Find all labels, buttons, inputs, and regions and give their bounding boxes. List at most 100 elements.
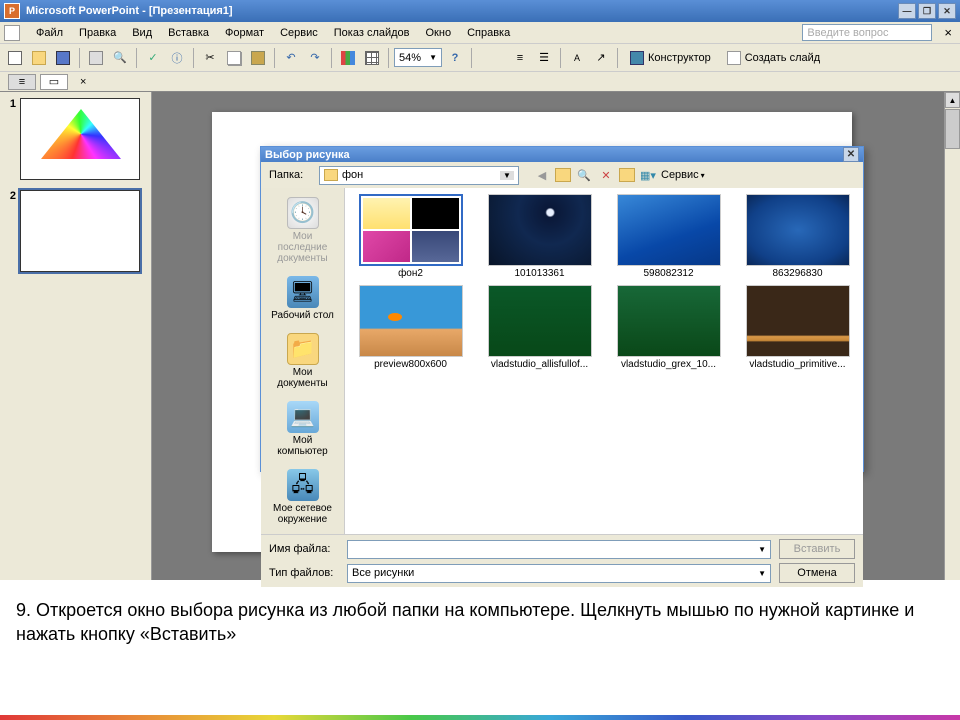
slide-thumb[interactable] (20, 98, 140, 180)
views-icon[interactable]: ▦▾ (639, 166, 657, 184)
close-button[interactable]: ✕ (938, 3, 956, 19)
restore-button[interactable]: ❐ (918, 3, 936, 19)
menu-view[interactable]: Вид (124, 25, 160, 41)
slide-canvas[interactable]: Выбор рисунка ✕ Папка: фон ▼ ◀ 🔍 ✕ (212, 112, 852, 552)
slide-number: 2 (4, 190, 16, 272)
bullets-icon[interactable]: ☰ (533, 47, 555, 69)
vertical-scrollbar[interactable]: ▲ (944, 92, 960, 580)
newfolder-icon[interactable] (619, 168, 635, 182)
place-network[interactable]: 🖧Мое сетевое окружение (265, 464, 341, 530)
title-bar: P Microsoft PowerPoint - [Презентация1] … (0, 0, 960, 22)
help-icon[interactable]: ? (444, 47, 466, 69)
menu-slideshow[interactable]: Показ слайдов (326, 25, 418, 41)
file-item[interactable]: vladstudio_primitive... (738, 285, 857, 370)
designer-button[interactable]: Конструктор (623, 47, 718, 69)
filetype-combo[interactable]: Все рисунки▼ (347, 564, 771, 583)
tab-slides[interactable]: ▭ (40, 74, 68, 90)
place-desktop[interactable]: 🖥Рабочий стол (265, 271, 341, 326)
filetype-value: Все рисунки (352, 567, 414, 579)
newslide-label: Создать слайд (745, 52, 820, 64)
file-item[interactable]: vladstudio_allisfullof... (480, 285, 599, 370)
doc-close-button[interactable]: × (940, 25, 956, 40)
question-input[interactable]: Введите вопрос (802, 24, 932, 41)
cancel-button[interactable]: Отмена (779, 563, 855, 583)
tab-close[interactable]: × (80, 76, 86, 88)
slide-thumb[interactable] (20, 190, 140, 272)
file-item[interactable]: 598082312 (609, 194, 728, 279)
slide-item-1[interactable]: 1 (4, 98, 147, 180)
doc-icon (4, 25, 20, 41)
separator (136, 48, 137, 68)
new-icon[interactable] (4, 47, 26, 69)
file-item[interactable]: фон2 (351, 194, 470, 279)
slide-panel: 1 2 (0, 92, 152, 580)
undo-icon[interactable]: ↶ (280, 47, 302, 69)
separator (560, 48, 561, 68)
save-icon[interactable] (52, 47, 74, 69)
search-icon[interactable]: 🔍 (575, 166, 593, 184)
arrow-icon[interactable]: ↗ (590, 47, 612, 69)
designer-label: Конструктор (648, 52, 711, 64)
chevron-down-icon: ▼ (500, 171, 514, 180)
menu-file[interactable]: Файл (28, 25, 71, 41)
dialog-close-button[interactable]: ✕ (843, 147, 859, 162)
service-dropdown[interactable]: Сервис▾ (661, 166, 705, 184)
research-icon[interactable]: ⓘ (166, 47, 188, 69)
place-mydocs[interactable]: 📁Мои документы (265, 328, 341, 394)
folder-icon (324, 169, 338, 181)
menu-format[interactable]: Формат (217, 25, 272, 41)
folder-combo[interactable]: фон ▼ (319, 166, 519, 185)
menu-help[interactable]: Справка (459, 25, 518, 41)
instruction-caption: 9. Откроется окно выбора рисунка из любо… (0, 580, 960, 657)
align-left-icon[interactable]: ≡ (509, 47, 531, 69)
dialog-body: 🕓Мои последние документы 🖥Рабочий стол 📁… (261, 188, 863, 534)
zoom-combo[interactable]: 54%▼ (394, 48, 442, 67)
rainbow-footer (0, 715, 960, 720)
dialog-titlebar: Выбор рисунка ✕ (261, 147, 863, 162)
place-recent[interactable]: 🕓Мои последние документы (265, 192, 341, 269)
menu-insert[interactable]: Вставка (160, 25, 217, 41)
menu-tools[interactable]: Сервис (272, 25, 326, 41)
delete-icon[interactable]: ✕ (597, 166, 615, 184)
file-item[interactable]: 863296830 (738, 194, 857, 279)
filename-combo[interactable]: ▼ (347, 540, 771, 559)
file-name: vladstudio_allisfullof... (491, 359, 588, 370)
separator (617, 48, 618, 68)
file-item[interactable]: vladstudio_grex_10... (609, 285, 728, 370)
separator (79, 48, 80, 68)
up-icon[interactable] (555, 168, 571, 182)
new-slide-button[interactable]: Создать слайд (720, 47, 827, 69)
place-mycomp[interactable]: 💻Мой компьютер (265, 396, 341, 462)
separator (193, 48, 194, 68)
file-item[interactable]: preview800x600 (351, 285, 470, 370)
print-icon[interactable] (85, 47, 107, 69)
scroll-thumb[interactable] (945, 109, 960, 149)
insert-button[interactable]: Вставить (779, 539, 855, 559)
redo-icon[interactable]: ↷ (304, 47, 326, 69)
slide-number: 1 (4, 98, 16, 180)
spell-icon[interactable]: ✓ (142, 47, 164, 69)
insert-picture-dialog: Выбор рисунка ✕ Папка: фон ▼ ◀ 🔍 ✕ (260, 146, 864, 472)
minimize-button[interactable]: — (898, 3, 916, 19)
dialog-folder-row: Папка: фон ▼ ◀ 🔍 ✕ ▦▾ Сервис▾ (261, 162, 863, 188)
chart-icon[interactable] (337, 47, 359, 69)
menu-window[interactable]: Окно (418, 25, 460, 41)
tab-outline[interactable]: ≡ (8, 74, 36, 90)
preview-icon[interactable]: 🔍 (109, 47, 131, 69)
open-icon[interactable] (28, 47, 50, 69)
paste-icon[interactable] (247, 47, 269, 69)
menu-edit[interactable]: Правка (71, 25, 124, 41)
slide-item-2[interactable]: 2 (4, 190, 147, 272)
file-item[interactable]: 101013361 (480, 194, 599, 279)
separator (388, 48, 389, 68)
file-name: фон2 (398, 268, 423, 279)
file-area: фон2 101013361 598082312 863296830 previ… (345, 188, 863, 534)
copy-icon[interactable] (223, 47, 245, 69)
font-size-icon[interactable]: A (566, 47, 588, 69)
file-name: vladstudio_primitive... (749, 359, 845, 370)
table-icon[interactable] (361, 47, 383, 69)
scroll-up-icon[interactable]: ▲ (945, 92, 960, 108)
cut-icon[interactable]: ✂ (199, 47, 221, 69)
file-name: 598082312 (643, 268, 693, 279)
back-icon[interactable]: ◀ (533, 166, 551, 184)
